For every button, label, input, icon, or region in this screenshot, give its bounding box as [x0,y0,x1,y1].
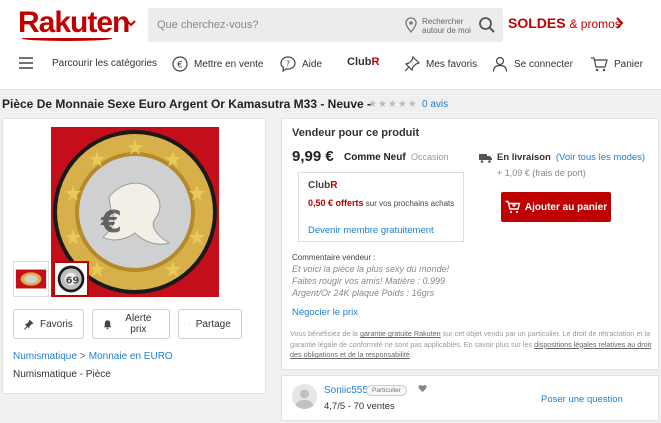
seller-comment-heading: Commentaire vendeur : [292,253,376,262]
product-gallery-panel: € 69 Favoris Alerte prix Partage Numisma… [2,118,266,394]
ask-question-link[interactable]: Poser une question [541,394,623,405]
product-category: Numismatique - Pièce [13,369,111,380]
product-actions: Favoris Alerte prix Partage [13,309,242,339]
nav-help-label: Aide [302,58,323,70]
nav-cart-label: Panier [614,58,643,70]
thumbnail-2[interactable]: 69 [53,261,89,297]
seller-name[interactable]: Soniic555 [324,385,368,396]
price: 9,99 € [292,148,334,165]
euro-circle-icon: € [172,56,188,72]
nav-favorites[interactable]: Mes favoris [404,56,477,72]
cart-plus-icon [505,200,521,214]
share-icon [188,323,190,325]
site-header: Rakuten Rechercher autour de moi SOLDES … [0,0,661,90]
offer-panel: Vendeur pour ce produit 9,99 € Comme Neu… [281,118,659,370]
menu-icon [19,57,33,69]
negotiate-link[interactable]: Négocier le prix [292,307,358,318]
nav-login-label: Se connecter [514,58,573,70]
bell-icon [103,319,111,329]
nav-categories-label: Parcourir les catégories [52,57,158,69]
breadcrumb-separator: > [79,351,86,362]
club-offer-text: sur vos prochains achats [365,199,455,208]
nav-sell[interactable]: € Mettre en vente [172,56,263,72]
svg-text:?: ? [286,60,290,69]
breadcrumb-item-1[interactable]: Numismatique [13,351,77,362]
seller-type-badge: Particulier [366,385,407,396]
product-title-row: Pièce De Monnaie Sexe Euro Argent Or Kam… [0,96,661,114]
legal-text-1: Vous bénéficiez de la [290,329,360,338]
club-box-suffix: R [330,180,338,191]
reviews-link[interactable]: 0 avis [422,99,448,110]
club-suffix: R [371,56,380,68]
add-to-cart-button[interactable]: Ajouter au panier [501,192,611,222]
logo-swoosh [22,36,112,41]
legal-notice: Vous bénéficiez de la garantie gratuite … [290,329,652,361]
soldes-label: SOLDES [508,15,566,31]
heart-icon[interactable] [418,384,427,393]
club-r-logo: ClubR [308,180,337,191]
occasion-label: Occasion [411,152,449,162]
club-offer-amount: 0,50 € offerts [308,198,364,208]
soldes-link[interactable]: SOLDES & promos [508,15,621,31]
product-title: Pièce De Monnaie Sexe Euro Argent Or Kam… [2,97,372,111]
price-alert-label: Alerte prix [125,313,152,335]
nav-favorites-label: Mes favoris [426,58,478,70]
pin-icon [24,319,34,330]
breadcrumb-item-2[interactable]: Monnaie en EURO [89,351,173,362]
truck-icon [479,153,492,163]
chevron-down-icon[interactable] [125,17,137,29]
delivery-label: En livraison [497,152,551,163]
search-bar: Rechercher autour de moi [148,8,503,42]
condition: Comme Neuf [344,152,406,163]
nav-login[interactable]: Se connecter [492,56,573,72]
legal-text-3: . [409,350,412,359]
help-bubble-icon: ? [280,56,296,72]
chevron-right-icon[interactable] [614,17,624,29]
club-offer: 0,50 € offerts sur vos prochains achats [308,197,458,210]
nav-sell-label: Mettre en vente [194,58,264,70]
seller-avatar[interactable] [292,384,317,409]
club-r-box: ClubR 0,50 € offerts sur vos prochains a… [298,172,464,242]
club-box-prefix: Club [308,180,331,191]
svg-text:69: 69 [66,275,80,286]
rakuten-logo[interactable]: Rakuten [18,6,130,40]
cart-icon [591,57,608,72]
favoris-button[interactable]: Favoris [13,309,84,339]
nav-help[interactable]: ? Aide [280,56,322,72]
seller-comment: Et voici la pièce la plus sexy du monde!… [292,264,450,298]
seller-info: Soniic555 Particulier 4,7/5 - 70 ventes … [281,375,659,421]
rating-stars: ★★★★★ [368,99,418,110]
nav-categories[interactable]: Parcourir les catégories [18,56,157,70]
thumbnail-1[interactable] [13,261,49,297]
add-to-cart-label: Ajouter au panier [524,201,608,213]
pin-icon [404,56,420,72]
seller-heading: Vendeur pour ce produit [292,127,420,139]
share-button[interactable]: Partage [177,309,242,339]
location-pin-icon[interactable] [405,17,417,33]
nav-club-r[interactable]: Club R [347,56,379,68]
svg-text:€: € [177,61,183,71]
breadcrumb: Numismatique > Monnaie en EURO [13,351,173,362]
price-alert-button[interactable]: Alerte prix [91,309,170,339]
user-icon [492,56,508,72]
search-near-me[interactable]: Rechercher autour de moi [422,17,482,35]
become-member-link[interactable]: Devenir membre gratuitement [308,225,434,236]
nav-cart[interactable]: Panier [590,56,643,72]
favoris-label: Favoris [40,318,73,330]
svg-text:€: € [100,205,122,240]
search-input[interactable] [148,8,398,42]
delivery-info: En livraison (Voir tous les modes) [479,152,645,163]
seller-rating: 4,7/5 - 70 ventes [324,401,395,412]
main-nav: Parcourir les catégories € Mettre en ven… [0,50,661,80]
delivery-modes-link[interactable]: (Voir tous les modes) [556,152,645,163]
shipping-fee: + 1,09 € (frais de port) [497,168,586,178]
search-icon[interactable] [478,16,496,34]
guarantee-link[interactable]: garantie gratuite Rakuten [360,329,441,338]
share-label: Partage [195,318,231,330]
club-prefix: Club [347,56,372,68]
